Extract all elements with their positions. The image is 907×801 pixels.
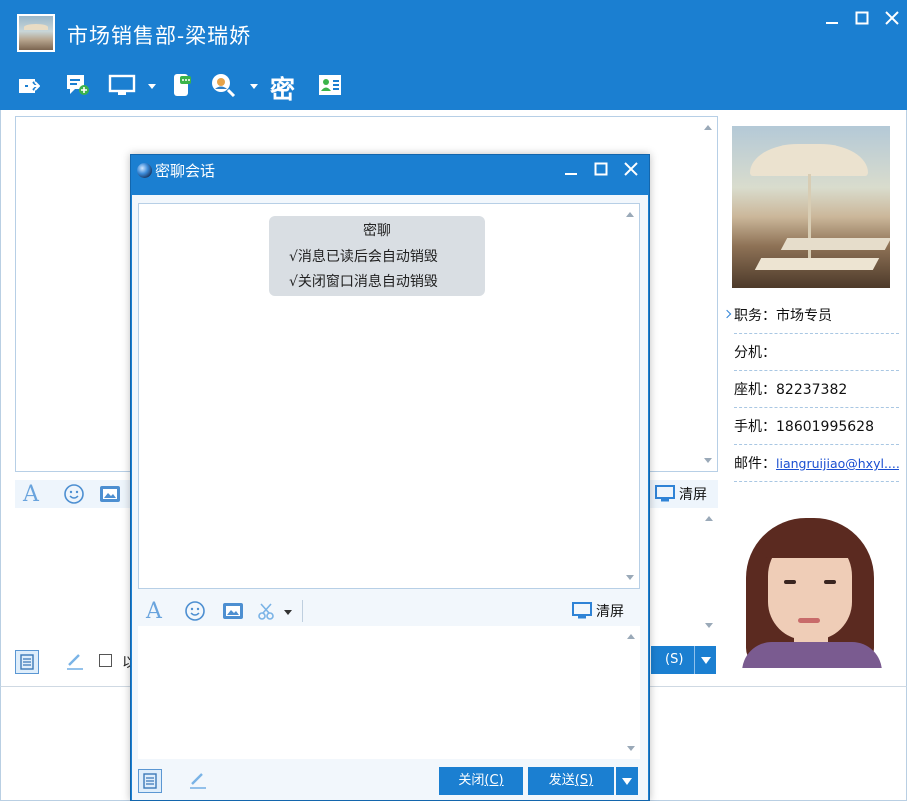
contact-id-photo [732, 510, 892, 668]
dialog-input-scrollbar[interactable] [623, 626, 640, 759]
scroll-down-icon[interactable] [704, 458, 712, 463]
pen-icon [190, 773, 206, 789]
document-mode-button[interactable] [15, 650, 39, 674]
maximize-icon [594, 162, 608, 176]
minimize-button[interactable] [820, 8, 844, 32]
input-scrollbar[interactable] [701, 508, 718, 636]
dialog-send-dropdown-icon[interactable] [616, 767, 638, 795]
main-clear-label: 清屏 [679, 487, 707, 503]
search-contact-button[interactable] [210, 72, 236, 98]
screen-icon [572, 602, 592, 619]
remote-desktop-dropdown-icon[interactable] [148, 84, 156, 89]
screenshot-dropdown-icon[interactable] [284, 610, 292, 615]
notice-line: √关闭窗口消息自动销毁 [289, 274, 438, 290]
scroll-down-icon[interactable] [705, 623, 713, 628]
minimize-icon [826, 22, 838, 24]
main-toolbar: 密 [0, 60, 907, 110]
emoji-icon[interactable] [63, 483, 85, 505]
scroll-up-icon[interactable] [704, 125, 712, 130]
pen-icon [67, 654, 83, 670]
dialog-message-input[interactable] [138, 626, 640, 759]
image-icon[interactable] [222, 600, 244, 622]
maximize-button[interactable] [850, 8, 874, 32]
contact-card-icon [319, 75, 341, 95]
magnifier-user-icon [212, 74, 236, 97]
dialog-clear-label: 清屏 [596, 604, 624, 620]
minimize-icon [565, 173, 577, 175]
dialog-title: 密聊会话 [155, 162, 216, 180]
scroll-up-icon[interactable] [627, 634, 635, 639]
mobile-message-icon [174, 74, 191, 96]
monitor-icon [108, 74, 136, 95]
scroll-down-icon[interactable] [627, 746, 635, 751]
dialog-close-chat-button[interactable]: 关闭(C) [439, 767, 523, 795]
font-icon[interactable]: A [146, 599, 162, 624]
contact-row-title: 职务：市场专员 [734, 298, 899, 334]
scroll-down-icon[interactable] [626, 575, 634, 580]
handwriting-button[interactable] [65, 652, 85, 674]
document-icon [20, 654, 34, 670]
send-file-icon [19, 79, 40, 93]
contact-row-phone: 座机：82237382 [734, 372, 899, 408]
transfer-file-button[interactable] [18, 72, 40, 98]
dialog-handwriting-button[interactable] [188, 771, 208, 793]
expand-chevron-icon[interactable] [722, 309, 732, 319]
remote-desktop-button[interactable] [108, 72, 136, 98]
dialog-minimize-button[interactable] [559, 159, 583, 183]
sms-button[interactable] [172, 72, 192, 98]
dialog-close-button[interactable] [619, 159, 643, 183]
scroll-up-icon[interactable] [626, 212, 634, 217]
main-titlebar: 市场销售部-梁瑞娇 [0, 0, 907, 60]
contact-info-panel: 职务：市场专员 分机： 座机：82237382 手机：18601995628 邮… [722, 116, 904, 676]
screenshot-scissors-icon[interactable] [256, 600, 276, 622]
image-icon[interactable] [99, 483, 121, 505]
close-icon [885, 11, 899, 25]
search-dropdown-icon[interactable] [250, 84, 258, 89]
secret-chat-dialog: 密聊会话 密聊 √消息已读后会自动销毁 √关闭窗口消息自动销毁 A 清屏 关闭(… [130, 154, 650, 801]
dialog-document-mode-button[interactable] [138, 769, 162, 793]
main-clear-screen-button[interactable]: 清屏 [655, 484, 707, 504]
close-icon [624, 162, 638, 176]
dialog-format-toolbar: A 清屏 [138, 596, 640, 626]
secret-chat-notice: 密聊 √消息已读后会自动销毁 √关闭窗口消息自动销毁 [269, 216, 485, 296]
dialog-body: 密聊 √消息已读后会自动销毁 √关闭窗口消息自动销毁 A 清屏 关闭(C) 发送… [132, 195, 648, 800]
dialog-bottom-bar: 关闭(C) 发送(S) [138, 763, 640, 797]
close-window-button[interactable] [880, 8, 904, 32]
email-link[interactable]: liangruijiao@hxyl.... [776, 456, 899, 471]
toolbar-divider [302, 600, 303, 622]
chat-add-icon [67, 75, 89, 95]
history-scrollbar[interactable] [700, 117, 717, 471]
window-title: 市场销售部-梁瑞娇 [67, 24, 252, 48]
main-send-dropdown-icon[interactable] [694, 646, 716, 674]
contact-profile-photo [732, 126, 890, 288]
contact-avatar[interactable] [17, 14, 55, 52]
notice-title: 密聊 [363, 223, 391, 239]
font-icon[interactable]: A [23, 482, 39, 507]
contact-row-extension: 分机： [734, 335, 899, 371]
dialog-clear-screen-button[interactable]: 清屏 [572, 601, 624, 621]
app-logo-icon [137, 163, 152, 178]
screen-icon [655, 485, 675, 502]
new-message-button[interactable] [66, 72, 90, 98]
emoji-icon[interactable] [184, 600, 206, 622]
contact-row-email: 邮件：liangruijiao@hxyl.... [734, 446, 899, 482]
contact-card-button[interactable] [318, 72, 342, 98]
maximize-icon [855, 11, 869, 25]
scroll-up-icon[interactable] [705, 516, 713, 521]
dialog-send-button[interactable]: 发送(S) [528, 767, 614, 795]
notice-line: √消息已读后会自动销毁 [289, 249, 438, 265]
option-checkbox[interactable] [99, 654, 112, 667]
secret-chat-button[interactable]: 密 [270, 70, 295, 106]
document-icon [143, 773, 157, 789]
contact-row-mobile: 手机：18601995628 [734, 409, 899, 445]
dialog-message-history[interactable]: 密聊 √消息已读后会自动销毁 √关闭窗口消息自动销毁 [138, 203, 640, 589]
dialog-maximize-button[interactable] [589, 159, 613, 183]
dialog-history-scrollbar[interactable] [622, 204, 639, 588]
